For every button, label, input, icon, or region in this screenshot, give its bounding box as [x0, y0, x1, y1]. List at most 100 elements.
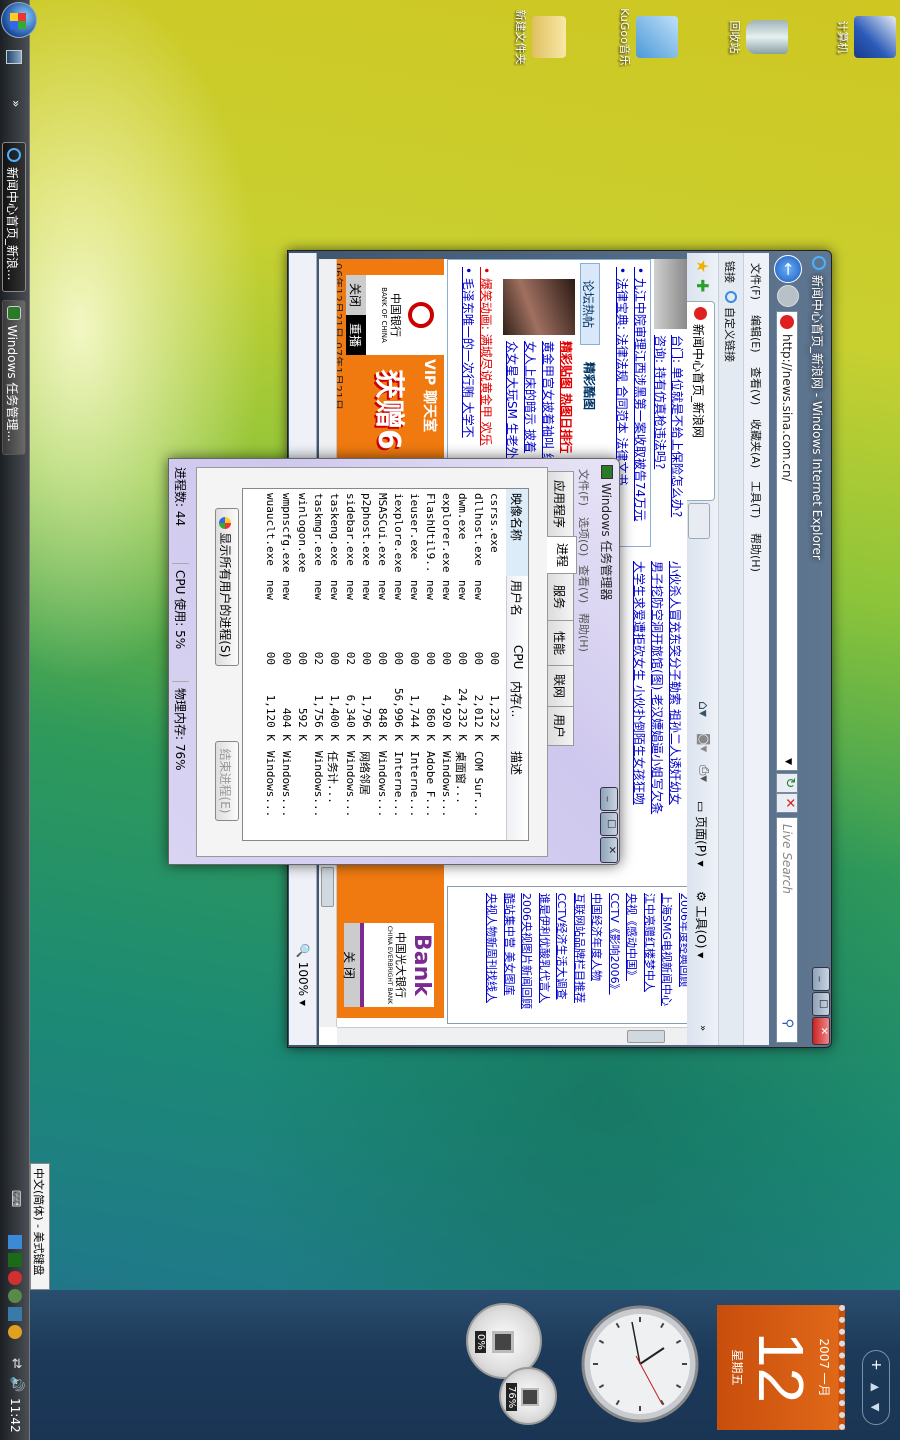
quicklaunch-more[interactable]: » — [9, 100, 23, 107]
tab-processes[interactable]: 进程 — [547, 536, 577, 574]
menu-view[interactable]: 查看(V) — [576, 565, 592, 603]
news-link[interactable]: 小伙杀人冒充东突分子勒索 祖孙二人诱奸幼女 — [667, 561, 684, 805]
close-button[interactable]: ✕ — [600, 837, 618, 863]
column-user[interactable]: 用户名 — [508, 580, 525, 616]
minimize-button[interactable]: _ — [600, 787, 618, 811]
menu-edit[interactable]: 编辑(E) — [748, 315, 764, 353]
add-favorites-icon[interactable]: ✚ — [693, 279, 712, 292]
hot-title[interactable]: 精彩贴图 热图日排行 — [558, 341, 575, 453]
news-link[interactable]: 台门: 单位就是不给上保险怎么办? — [669, 335, 686, 517]
clock-gadget[interactable] — [580, 1304, 700, 1424]
news-link[interactable]: 2006央视图片新闻回顾 — [520, 893, 536, 1009]
news-link[interactable]: 江中亮赠红楼梦中人 — [642, 893, 658, 992]
news-link[interactable]: 上海SMG电视新闻中心 — [660, 893, 676, 1006]
forward-button[interactable] — [777, 285, 799, 307]
network-icon[interactable]: ⇄ — [9, 1358, 24, 1369]
add-gadget-button[interactable]: + — [868, 1359, 884, 1371]
maximize-button[interactable]: □ — [600, 812, 618, 836]
table-row[interactable]: csrss.exe 00 1,232 K — [486, 489, 502, 841]
menu-view[interactable]: 查看(V) — [748, 367, 764, 405]
news-link[interactable]: 女人上床的暗示 披着 — [522, 341, 539, 453]
ad-replay-button[interactable]: 重播 — [346, 315, 366, 355]
volume-icon[interactable]: 🔊 — [9, 1376, 24, 1392]
address-bar[interactable]: http://news.sina.com.cn/ ▼ — [776, 311, 798, 771]
desktop-icon-computer[interactable]: 计算机 — [835, 2, 896, 72]
previous-page-button[interactable]: ▲ — [869, 1383, 882, 1391]
calendar-gadget[interactable]: 2007 一月 12 星期五 — [717, 1305, 845, 1430]
ad-close-button[interactable]: 关闭 — [346, 275, 366, 315]
news-link[interactable]: 谁是伊利优酸乳代言人 — [537, 893, 553, 1003]
desktop-icon-recycle-bin[interactable]: 回收站 — [727, 2, 788, 72]
home-icon[interactable]: ⌂▾ — [695, 701, 711, 717]
new-tab-button[interactable] — [688, 503, 710, 539]
table-row[interactable]: iexplore.exe new 00 56,996 K Interne... — [390, 489, 406, 841]
tab-cool-pics[interactable]: 精彩酷图 — [580, 345, 600, 427]
tab-sina[interactable]: 新闻中心首页_新浪网 — [686, 301, 715, 501]
tray-icon-display[interactable] — [8, 1307, 22, 1321]
language-bar[interactable]: 中文(简体) - 美式键盘 — [30, 1163, 50, 1290]
tray-icon-app[interactable] — [8, 1253, 22, 1267]
news-link[interactable]: 互联网站品牌栏目推荐 — [572, 893, 588, 1003]
desktop-icon-new-folder[interactable]: 新建文件夹 — [513, 2, 570, 72]
toolbar-more[interactable]: » — [697, 1025, 708, 1031]
news-link[interactable]: 中国经济年度人物 — [590, 893, 606, 981]
tray-icon-network[interactable] — [8, 1235, 22, 1249]
news-link[interactable]: 央视人物新周刊找线人 — [485, 893, 501, 1003]
tab-services[interactable]: 服务 — [548, 573, 574, 621]
scrollbar-thumb[interactable] — [321, 867, 334, 907]
menu-file[interactable]: 文件(F) — [748, 263, 764, 300]
scrollbar-thumb[interactable] — [627, 1030, 665, 1043]
keyboard-icon[interactable]: ⌨ — [9, 1190, 23, 1207]
news-link[interactable]: CCTV《影响2006》 — [607, 893, 623, 995]
news-link[interactable]: 2006年度经典回顾 — [677, 893, 687, 987]
taskbar-button-ie[interactable]: 新闻中心首页_新浪... — [2, 142, 26, 292]
tab-networking[interactable]: 联网 — [548, 665, 574, 707]
table-row[interactable]: taskmgr.exe new 02 1,756 K Windows... — [310, 489, 326, 841]
table-row[interactable]: wuauclt.exe new 00 1,120 K Windows... — [262, 489, 278, 841]
ad-close-button[interactable]: 关 闭 — [342, 923, 364, 1007]
table-row[interactable]: MSASCui.exe new 00 848 K Windows... — [374, 489, 390, 841]
table-row[interactable]: sidebar.exe new 02 6,340 K Windows... — [342, 489, 358, 841]
news-link[interactable]: CCTV经济生活大调查 — [555, 893, 571, 1000]
back-button[interactable]: ← — [774, 255, 802, 283]
search-icon[interactable]: ⚲ — [780, 1018, 795, 1028]
ad-banner-right[interactable]: Bank 中国光大银行 CHINA EVERBRIGHT BANK 关 闭 — [332, 861, 444, 1018]
column-memory[interactable]: 内存(.. — [508, 681, 525, 717]
tray-icon-security[interactable] — [8, 1271, 22, 1285]
page-menu-button[interactable]: ▭ 页面(P) ▾ — [693, 801, 710, 867]
search-input[interactable]: Live Search ⚲ — [776, 817, 798, 1043]
tab-performance[interactable]: 性能 — [548, 620, 574, 666]
custom-links[interactable]: 自定义链接 — [722, 307, 738, 362]
stop-button[interactable]: ✕ — [776, 793, 798, 813]
portrait-image[interactable] — [503, 279, 575, 335]
table-row[interactable]: winlogon.exe 00 592 K — [294, 489, 310, 841]
minimize-button[interactable]: _ — [812, 967, 830, 991]
news-link[interactable]: 酷站集中营 美女图库 — [502, 893, 518, 996]
news-link[interactable]: 男子挖防空洞开旅馆(图) 老汉嫖娼逼小姐写欠条 — [649, 561, 666, 814]
print-icon[interactable]: ⎙▾ — [696, 765, 711, 782]
table-row[interactable]: taskeng.exe new 00 1,400 K 任务计... — [326, 489, 342, 841]
news-link[interactable]: • 爆笑动画: 满城尽说黄金甲 欢乐 — [478, 267, 495, 446]
news-link[interactable]: • 法律宝典: 法律法规 合同范本 法律文书 — [614, 267, 631, 485]
vertical-scrollbar[interactable] — [337, 1027, 687, 1045]
column-image-name[interactable]: 映像名称 — [506, 489, 528, 576]
table-row[interactable]: ieuser.exe new 00 1,744 K Interne... — [406, 489, 422, 841]
tab-forum-hot[interactable]: 论坛热帖 — [580, 263, 600, 345]
refresh-button[interactable]: ↻ — [776, 773, 798, 793]
tray-icon-messenger[interactable] — [8, 1289, 22, 1303]
table-row[interactable]: wmpnscfg.exe new 00 404 K Windows... — [278, 489, 294, 841]
menu-help[interactable]: 帮助(H) — [576, 613, 592, 652]
news-link[interactable]: • 九江中院审理江西涉黑第一案收取被告74万元 — [632, 267, 649, 521]
news-link[interactable]: 大学生求爱遭拒砍女生 小伙扑倒陌生女孩狂吻 — [631, 561, 648, 805]
column-description[interactable]: 描述 — [508, 751, 525, 775]
show-desktop-icon[interactable] — [6, 50, 22, 64]
start-button[interactable] — [1, 2, 37, 38]
table-row[interactable]: dwm.exe new 00 24,232 K 桌面窗... — [454, 489, 470, 841]
next-page-button[interactable]: ▼ — [869, 1403, 882, 1411]
news-link[interactable]: 众女星大玩SM 生老外拍 — [504, 341, 521, 471]
maximize-button[interactable]: □ — [812, 992, 830, 1016]
news-link[interactable]: • 毛泽东唯一的一次行贿 大学不 — [460, 267, 477, 438]
table-row[interactable]: explorer.exe new 00 4,920 K Windows... — [438, 489, 454, 841]
table-row[interactable]: p2phost.exe new 00 1,796 K 网络邻居 — [358, 489, 374, 841]
menu-tools[interactable]: 工具(T) — [748, 481, 764, 518]
